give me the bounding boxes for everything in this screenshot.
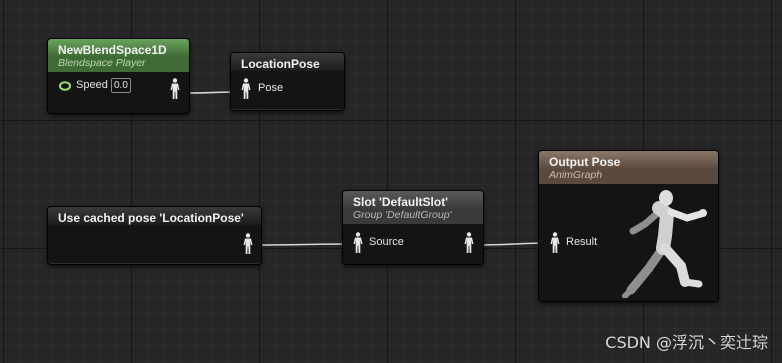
pose-pin-icon[interactable] [242, 233, 254, 255]
wire-cachedpose-to-slot [252, 243, 357, 246]
node-slot-default[interactable]: Slot 'DefaultSlot' Group 'DefaultGroup' … [342, 190, 484, 265]
node-title: LocationPose [231, 53, 344, 71]
source-pin-label: Source [369, 236, 404, 248]
node-title: Output Pose [539, 151, 718, 169]
node-subtitle: Group 'DefaultGroup' [343, 209, 483, 224]
running-mannequin-icon [622, 190, 707, 298]
node-location-pose[interactable]: LocationPose Pose [230, 52, 345, 111]
node-subtitle: AnimGraph [539, 169, 718, 184]
pose-pin-icon[interactable] [169, 78, 181, 100]
pose-pin-label: Pose [258, 82, 284, 94]
node-blendspace-player[interactable]: NewBlendSpace1D Blendspace Player Speed … [47, 38, 190, 114]
node-title: NewBlendSpace1D [48, 39, 189, 57]
node-use-cached-pose[interactable]: Use cached pose 'LocationPose' [47, 206, 262, 265]
speed-pin-label: Speed [76, 79, 108, 91]
speed-value-field[interactable]: 0.0 [111, 78, 131, 93]
pose-pin-icon[interactable] [240, 78, 252, 100]
node-subtitle: Blendspace Player [48, 57, 189, 72]
watermark-text: CSDN @浮沉丶奕辻琮 [605, 333, 768, 352]
result-pin-label: Result [566, 236, 598, 248]
pose-pin-icon[interactable] [549, 232, 561, 254]
float-pin-icon[interactable] [58, 81, 72, 91]
node-title: Slot 'DefaultSlot' [343, 191, 483, 209]
node-output-pose[interactable]: Output Pose AnimGraph Result [538, 150, 719, 302]
node-title: Use cached pose 'LocationPose' [48, 207, 261, 225]
pose-pin-icon[interactable] [463, 232, 475, 254]
pose-pin-icon[interactable] [352, 232, 364, 254]
